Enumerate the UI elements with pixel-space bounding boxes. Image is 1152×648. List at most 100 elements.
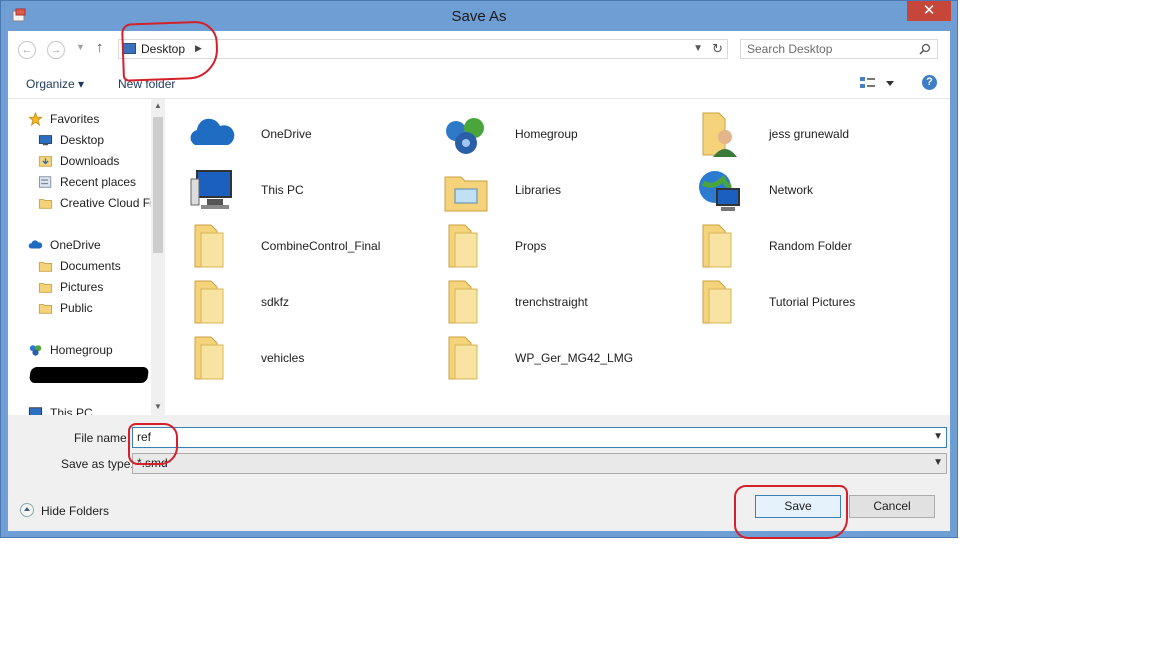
breadcrumb-chevron-icon[interactable]: ▶ — [195, 43, 202, 54]
item-label: Tutorial Pictures — [769, 295, 856, 309]
chevron-down-icon[interactable]: ▼ — [933, 431, 943, 442]
nav-recent-places[interactable]: Recent places — [38, 173, 163, 191]
list-item[interactable]: Homegroup — [441, 109, 681, 161]
up-arrow-icon[interactable]: ↑ — [96, 39, 104, 56]
list-item[interactable]: Network — [695, 165, 935, 217]
nav-desktop[interactable]: Desktop — [38, 131, 163, 149]
folder-icon — [702, 224, 732, 268]
nav-pictures[interactable]: Pictures — [38, 278, 163, 296]
hide-folders-label: Hide Folders — [41, 504, 110, 518]
save-type-value: *.smd — [137, 456, 168, 470]
recent-locations-dropdown-icon[interactable]: ▼ — [76, 42, 85, 52]
search-input[interactable] — [747, 42, 907, 56]
list-item[interactable]: Props — [441, 221, 681, 273]
nav-item-label: Homegroup — [50, 343, 113, 357]
hide-folders-button[interactable]: Hide Folders — [20, 501, 130, 519]
list-item[interactable]: vehicles — [187, 333, 427, 385]
nav-downloads[interactable]: Downloads — [38, 152, 163, 170]
item-label: Random Folder — [769, 239, 852, 253]
list-item[interactable]: Libraries — [441, 165, 681, 217]
address-dropdown-icon[interactable]: ▼ — [693, 43, 703, 54]
nav-creative-cloud[interactable]: Creative Cloud Fi — [38, 194, 163, 212]
nav-public[interactable]: Public — [38, 299, 163, 317]
nav-item-label: Desktop — [60, 133, 105, 147]
item-label: sdkfz — [261, 295, 290, 309]
organize-button[interactable]: Organize ▾ — [26, 77, 84, 91]
close-button[interactable]: ✕ — [907, 1, 951, 21]
star-icon — [28, 112, 43, 126]
list-item[interactable]: This PC — [187, 165, 427, 217]
help-icon[interactable]: ? — [922, 75, 937, 90]
address-bar[interactable]: Desktop ▶ ▼ ↻ — [118, 39, 728, 59]
folder-icon — [194, 336, 224, 380]
list-item[interactable]: OneDrive — [187, 109, 427, 161]
folder-icon — [448, 224, 478, 268]
toolbar: Organize ▾ New folder ? — [8, 67, 950, 99]
save-type-select[interactable]: *.smd ▼ — [132, 453, 947, 474]
folder-icon — [702, 280, 732, 324]
breadcrumb-location[interactable]: Desktop — [141, 42, 185, 56]
item-label: This PC — [261, 183, 304, 197]
scrollbar-thumb[interactable] — [153, 117, 163, 253]
file-name-label: File name: — [74, 431, 131, 445]
nav-favorites[interactable]: Favorites — [28, 110, 153, 128]
list-item[interactable]: jess grunewald — [695, 109, 935, 161]
desktop-icon — [38, 135, 53, 146]
scroll-down-icon[interactable]: ▼ — [154, 402, 162, 411]
folder-icon — [448, 336, 478, 380]
computer-icon — [190, 170, 232, 209]
nav-pane-scrollbar[interactable]: ▲ ▼ — [151, 99, 165, 415]
save-button[interactable]: Save — [755, 495, 841, 518]
refresh-icon[interactable]: ↻ — [712, 41, 723, 57]
computer-icon — [28, 407, 43, 415]
collapse-arrow-icon — [20, 503, 34, 517]
list-item[interactable]: Tutorial Pictures — [695, 277, 935, 329]
homegroup-icon — [29, 345, 42, 356]
item-label: OneDrive — [261, 127, 312, 141]
window-title: Save As — [451, 8, 507, 25]
nav-item-label: Downloads — [60, 154, 120, 168]
network-icon — [699, 171, 740, 211]
folder-icon — [194, 224, 224, 268]
list-item[interactable]: CombineControl_Final — [187, 221, 427, 273]
folder-icon — [194, 280, 224, 324]
desktop-icon — [122, 43, 136, 54]
list-item[interactable]: trenchstraight — [441, 277, 681, 329]
item-label: Network — [769, 183, 814, 197]
list-item[interactable]: Random Folder — [695, 221, 935, 273]
folder-icon — [38, 262, 53, 272]
libraries-icon — [444, 176, 488, 212]
file-name-input[interactable] — [137, 430, 917, 444]
nav-item-label: Documents — [60, 259, 121, 273]
item-label: CombineControl_Final — [261, 239, 381, 253]
search-box[interactable] — [740, 39, 938, 59]
back-button[interactable]: ← — [18, 41, 36, 59]
forward-button[interactable]: → — [47, 41, 65, 59]
dialog-body: ← → ▼ ↑ Desktop ▶ ▼ ↻ Organize ▾ New — [8, 31, 950, 531]
nav-item-label: This PC — [50, 406, 93, 415]
nav-item-label: Pictures — [60, 280, 104, 294]
list-item[interactable]: WP_Ger_MG42_LMG — [441, 333, 681, 385]
homegroup-icon — [446, 118, 484, 154]
nav-item-label: Favorites — [50, 112, 100, 126]
file-name-combobox[interactable]: ▼ — [132, 427, 947, 448]
nav-item-label: Creative Cloud Fi — [60, 196, 153, 210]
new-folder-button[interactable]: New folder — [118, 77, 175, 91]
item-label: Props — [515, 239, 547, 253]
scroll-up-icon[interactable]: ▲ — [154, 101, 162, 110]
address-row: ← → ▼ ↑ Desktop ▶ ▼ ↻ — [8, 31, 950, 67]
title-bar[interactable]: Save As ✕ — [1, 1, 957, 31]
nav-item-label: Recent places — [60, 175, 137, 189]
file-list: OneDrive Homegroup jess grunewald This P… — [165, 99, 950, 415]
chevron-down-icon[interactable]: ▼ — [933, 457, 943, 468]
nav-homegroup[interactable]: Homegroup — [28, 341, 153, 359]
search-icon[interactable] — [919, 43, 931, 55]
cloud-icon — [190, 118, 235, 145]
cancel-button[interactable]: Cancel — [849, 495, 935, 518]
change-view-icon[interactable] — [860, 75, 900, 91]
nav-item-label: OneDrive — [50, 238, 101, 252]
nav-documents[interactable]: Documents — [38, 257, 163, 275]
nav-onedrive[interactable]: OneDrive — [28, 236, 153, 254]
list-item[interactable]: sdkfz — [187, 277, 427, 329]
nav-this-pc[interactable]: This PC — [28, 404, 153, 415]
